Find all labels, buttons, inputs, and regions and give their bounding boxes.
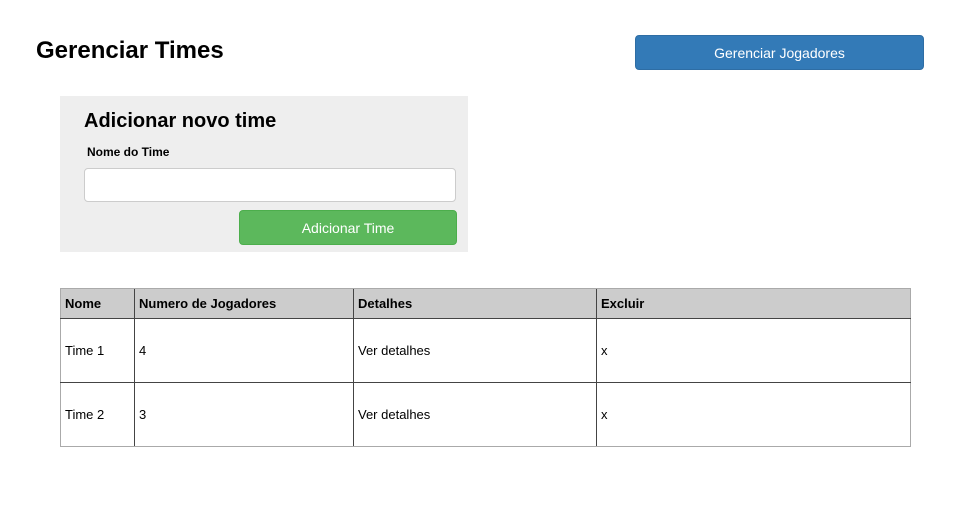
add-team-form: Adicionar novo time Nome do Time Adicion…: [60, 96, 468, 252]
delete-button[interactable]: x: [596, 382, 911, 447]
team-name-label: Nome do Time: [87, 145, 170, 159]
manage-players-button[interactable]: Gerenciar Jogadores: [635, 35, 924, 70]
header-detalhes: Detalhes: [353, 288, 597, 319]
delete-button[interactable]: x: [596, 318, 911, 383]
details-link[interactable]: Ver detalhes: [353, 382, 597, 447]
header-excluir: Excluir: [596, 288, 911, 319]
details-link[interactable]: Ver detalhes: [353, 318, 597, 383]
header-numero-jogadores: Numero de Jogadores: [134, 288, 354, 319]
form-title: Adicionar novo time: [84, 110, 277, 132]
add-team-button[interactable]: Adicionar Time: [239, 210, 457, 245]
team-name: Time 2: [60, 382, 135, 447]
team-name: Time 1: [60, 318, 135, 383]
team-name-input[interactable]: [84, 168, 456, 202]
table-row: Time 2 3 Ver detalhes x: [60, 382, 911, 447]
table-row: Time 1 4 Ver detalhes x: [60, 318, 911, 383]
player-count: 4: [134, 318, 354, 383]
player-count: 3: [134, 382, 354, 447]
table-header-row: Nome Numero de Jogadores Detalhes Exclui…: [60, 288, 911, 319]
teams-table: Nome Numero de Jogadores Detalhes Exclui…: [60, 288, 911, 447]
header-nome: Nome: [60, 288, 135, 319]
page-title: Gerenciar Times: [36, 37, 224, 64]
